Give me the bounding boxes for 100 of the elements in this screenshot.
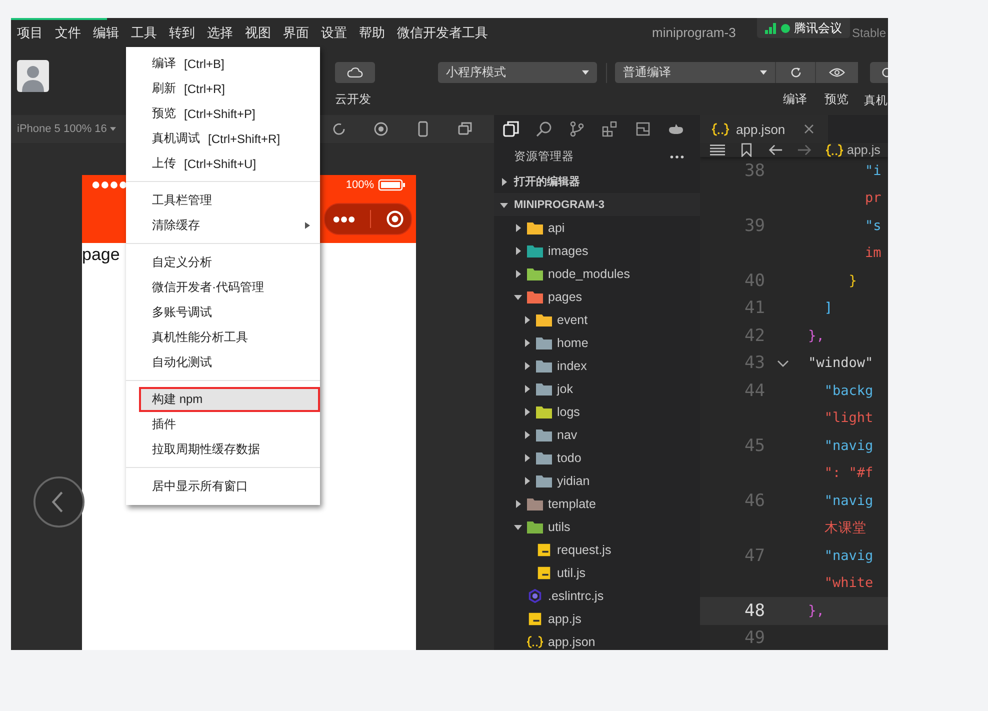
collapsed-arrow-icon[interactable]	[523, 316, 531, 324]
file-tree-item[interactable]: logs	[557, 404, 580, 418]
file-tree-item[interactable]: .eslintrc.js	[548, 588, 604, 602]
menu-item[interactable]: 插件	[126, 412, 320, 437]
close-target-icon	[386, 210, 404, 228]
file-tree-item[interactable]: images	[548, 244, 588, 258]
windows-icon[interactable]	[456, 121, 473, 137]
code-text: "white	[823, 575, 874, 592]
menu-bar-item[interactable]: 文件	[55, 24, 81, 42]
breadcrumb-file[interactable]: app.js	[847, 143, 880, 157]
menu-item[interactable]: 拉取周期性缓存数据	[126, 437, 320, 462]
editor-tab[interactable]: app.json	[700, 115, 828, 143]
line-number: 48	[744, 600, 765, 621]
expanded-arrow-icon[interactable]	[500, 200, 508, 208]
menu-item[interactable]: 上传 [Ctrl+Shift+U]	[126, 151, 320, 176]
menu-item[interactable]: 自动化测试	[126, 350, 320, 375]
files-icon[interactable]	[503, 121, 519, 137]
file-tree-item[interactable]: event	[557, 312, 588, 326]
panel-icon[interactable]	[635, 121, 651, 137]
expanded-arrow-icon[interactable]	[514, 292, 522, 300]
collapsed-arrow-icon[interactable]	[523, 362, 531, 370]
file-tree-item[interactable]: template	[548, 496, 596, 510]
menu-item[interactable]: 预览 [Ctrl+Shift+P]	[126, 101, 320, 126]
expanded-arrow-icon[interactable]	[514, 522, 522, 530]
menu-item[interactable]: 刷新 [Ctrl+R]	[126, 76, 320, 101]
close-icon[interactable]	[804, 124, 814, 134]
menu-bar-item[interactable]: 转到	[169, 24, 195, 42]
bookmark-icon[interactable]	[739, 143, 754, 157]
menu-bar-item[interactable]: 界面	[283, 24, 309, 42]
file-tree-item[interactable]: jok	[557, 382, 573, 396]
code-text: 木课堂	[823, 519, 866, 538]
collapsed-arrow-icon[interactable]	[514, 246, 522, 254]
menu-item[interactable]: 真机性能分析工具	[126, 325, 320, 350]
capsule-button[interactable]	[324, 203, 412, 235]
file-tree-item[interactable]: utils	[548, 520, 570, 534]
compile-dropdown[interactable]: 普通编译	[615, 62, 775, 83]
collapsed-arrow-icon[interactable]	[500, 178, 508, 186]
menu-item[interactable]: 编译 [Ctrl+B]	[126, 51, 320, 76]
file-tree-item[interactable]: node_modules	[548, 266, 630, 280]
menu-bar-item[interactable]: 选择	[207, 24, 233, 42]
collapsed-arrow-icon[interactable]	[523, 454, 531, 462]
menu-item[interactable]: 多账号调试	[126, 300, 320, 325]
collapsed-arrow-icon[interactable]	[523, 408, 531, 416]
code-text: },	[807, 602, 824, 619]
json-file-icon	[712, 122, 729, 136]
blocks-icon[interactable]	[602, 121, 618, 137]
collapsed-arrow-icon[interactable]	[514, 500, 522, 508]
file-tree-item[interactable]: todo	[557, 450, 582, 464]
rotate-icon[interactable]	[330, 121, 347, 137]
menu-item[interactable]: 自定义分析	[126, 250, 320, 275]
menu-item[interactable]: 微信开发者·代码管理	[126, 275, 320, 300]
file-tree-item[interactable]: api	[548, 220, 565, 234]
meeting-overlay[interactable]: 腾讯会议	[757, 18, 850, 38]
file-tree-item[interactable]: yidian	[557, 474, 590, 488]
menu-item[interactable]: 工具栏管理	[126, 188, 320, 213]
fold-chevron-icon[interactable]	[776, 360, 788, 367]
collapsed-arrow-icon[interactable]	[523, 430, 531, 438]
mode-dropdown[interactable]: 小程序模式	[438, 62, 597, 83]
menu-bar-item[interactable]: 帮助	[359, 24, 385, 42]
file-tree-item[interactable]: home	[557, 336, 588, 350]
line-number: 42	[744, 326, 765, 346]
collapsed-arrow-icon[interactable]	[523, 476, 531, 484]
menu-bar-item[interactable]: 项目	[17, 24, 43, 42]
device-debug-button[interactable]	[870, 62, 888, 83]
preview-button[interactable]	[815, 62, 858, 83]
file-tree-item[interactable]: app.js	[548, 612, 582, 626]
menu-bar-item[interactable]: 微信开发者工具	[397, 24, 488, 42]
menu-bar-item[interactable]: 设置	[321, 24, 347, 42]
file-tree-item[interactable]: request.js	[557, 542, 612, 556]
section-header[interactable]: 打开的编辑器	[514, 174, 580, 189]
code-text: ]	[823, 300, 833, 316]
menu-item[interactable]: 居中显示所有窗口	[126, 474, 320, 499]
menu-item[interactable]: 构建 npm	[139, 387, 320, 412]
avatar-silhouette[interactable]	[17, 60, 49, 92]
menu-bar-item[interactable]: 视图	[245, 24, 271, 42]
device-selector[interactable]: iPhone 5 100% 16	[17, 123, 116, 135]
cloud-button[interactable]	[335, 62, 375, 83]
forward-arrow-icon[interactable]	[797, 143, 812, 157]
file-tree-item[interactable]: pages	[548, 290, 582, 304]
file-tree-item[interactable]: util.js	[557, 566, 586, 580]
menu-bar-item[interactable]: 工具	[131, 24, 157, 42]
collapsed-arrow-icon[interactable]	[514, 270, 522, 278]
list-icon[interactable]	[710, 143, 725, 157]
collapsed-arrow-icon[interactable]	[523, 338, 531, 346]
search-icon[interactable]	[536, 121, 552, 137]
file-tree-item[interactable]: nav	[557, 428, 578, 442]
collapsed-arrow-icon[interactable]	[514, 224, 522, 232]
more-icon[interactable]	[670, 154, 684, 158]
collapsed-arrow-icon[interactable]	[523, 384, 531, 392]
back-button-icon[interactable]	[33, 476, 85, 528]
refresh-button[interactable]	[775, 62, 815, 83]
menu-bar-item[interactable]: 编辑	[93, 24, 119, 42]
menu-item[interactable]: 真机调试 [Ctrl+Shift+R]	[126, 126, 320, 151]
branch-icon[interactable]	[569, 121, 585, 137]
record-icon[interactable]	[372, 121, 389, 137]
line-number: 47	[744, 546, 765, 566]
file-tree-item[interactable]: app.json	[548, 634, 596, 648]
file-tree-item[interactable]: index	[557, 358, 587, 372]
menu-item[interactable]: 清除缓存	[126, 213, 320, 238]
back-arrow-icon[interactable]	[768, 143, 783, 157]
